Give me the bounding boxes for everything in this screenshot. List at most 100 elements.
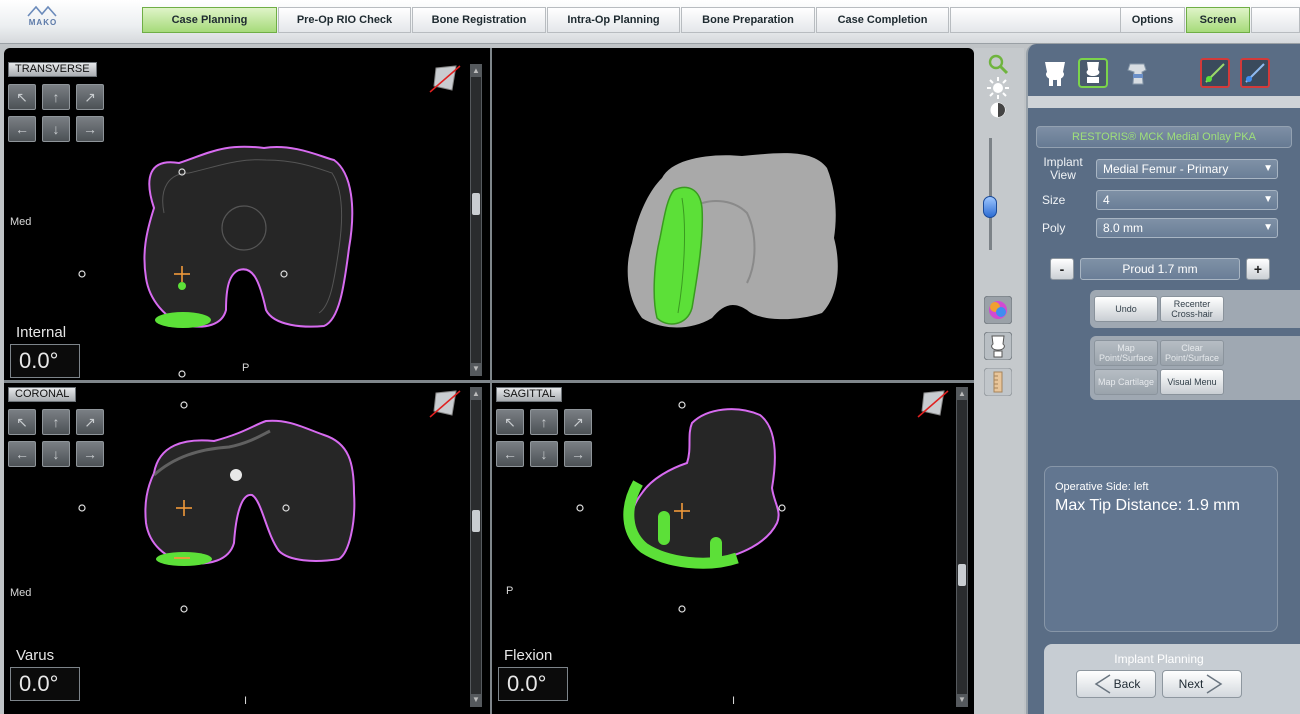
scroll-down-arrow[interactable]: ▼ <box>470 694 482 706</box>
scroll-up-arrow[interactable]: ▲ <box>470 65 482 77</box>
undo-button[interactable]: Undo <box>1094 296 1158 322</box>
back-label: Back <box>1113 677 1141 691</box>
operative-info-box: Operative Side: left Max Tip Distance: 1… <box>1044 466 1278 632</box>
3d-femur-model <box>627 153 838 328</box>
pan-down-button[interactable]: ↓ <box>42 116 70 142</box>
pan-up-left-button[interactable]: ↖ <box>8 409 36 435</box>
contrast-icon[interactable] <box>986 98 1010 122</box>
pan-left-button[interactable]: ← <box>8 116 36 142</box>
transverse-view[interactable]: TRANSVERSE ↖ ↑ ↗ ← ↓ → Med P ▲ ▼ Interna… <box>4 48 490 380</box>
view-tools-strip <box>974 48 1024 714</box>
green-probe-icon[interactable] <box>1200 58 1230 88</box>
next-arrow-icon <box>1206 674 1223 694</box>
max-tip-distance-text: Max Tip Distance: 1.9 mm <box>1055 497 1240 514</box>
pan-right-button[interactable]: → <box>76 441 104 467</box>
knee-joint-icon[interactable] <box>984 332 1012 360</box>
next-label: Next <box>1178 677 1204 691</box>
tab-intra-op-planning[interactable]: Intra-Op Planning <box>547 7 680 33</box>
pan-down-button[interactable]: ↓ <box>530 441 558 467</box>
coronal-orientation-icon[interactable] <box>428 387 462 421</box>
ruler-icon[interactable] <box>984 368 1012 396</box>
scroll-up-arrow[interactable]: ▲ <box>956 388 968 400</box>
femur-bone-icon[interactable] <box>1040 58 1070 88</box>
brightness-slider-knob[interactable] <box>983 196 997 218</box>
tab-pre-op-rio-check[interactable]: Pre-Op RIO Check <box>278 7 411 33</box>
pan-up-right-button[interactable]: ↗ <box>76 84 104 110</box>
back-button[interactable]: Back <box>1076 670 1156 698</box>
implant-view-label: Implant View <box>1043 155 1083 182</box>
map-point-surface-button[interactable]: Map Point/Surface <box>1094 340 1158 366</box>
implant-title: RESTORIS® MCK Medial Onlay PKA <box>1036 126 1292 148</box>
scroll-thumb[interactable] <box>958 564 966 586</box>
transverse-orientation-icon[interactable] <box>428 62 462 96</box>
blue-probe-icon[interactable] <box>1240 58 1270 88</box>
visual-menu-button[interactable]: Visual Menu <box>1160 369 1224 395</box>
scroll-thumb[interactable] <box>472 193 480 215</box>
coronal-view[interactable]: CORONAL ↖ ↑ ↗ ← ↓ → Med I ▲ ▼ Varus 0.0° <box>4 383 490 714</box>
coronal-angle-label: Varus <box>16 647 55 664</box>
size-value: 4 <box>1103 193 1110 207</box>
poly-value: 8.0 mm <box>1103 221 1144 235</box>
pan-up-button[interactable]: ↑ <box>530 409 558 435</box>
pan-up-button[interactable]: ↑ <box>42 409 70 435</box>
pan-up-left-button[interactable]: ↖ <box>8 84 36 110</box>
transverse-pan-controls: ↖ ↑ ↗ ← ↓ → <box>8 84 104 146</box>
coronal-pan-controls: ↖ ↑ ↗ ← ↓ → <box>8 409 104 471</box>
coronal-side-label: Med <box>10 587 32 599</box>
pan-up-button[interactable]: ↑ <box>42 84 70 110</box>
chevron-down-icon: ▼ <box>1263 222 1273 233</box>
tab-case-completion[interactable]: Case Completion <box>816 7 949 33</box>
poly-select[interactable]: 8.0 mm ▼ <box>1096 218 1278 238</box>
pan-up-right-button[interactable]: ↗ <box>76 409 104 435</box>
panel-divider <box>1028 96 1300 108</box>
scroll-thumb[interactable] <box>472 510 480 532</box>
transverse-label: TRANSVERSE <box>8 62 97 77</box>
screen-button[interactable]: Screen <box>1186 7 1250 33</box>
next-button[interactable]: Next <box>1162 670 1242 698</box>
visual-style-icon[interactable] <box>984 296 1012 324</box>
zoom-icon[interactable] <box>986 52 1010 76</box>
implant-view-select[interactable]: Medial Femur - Primary ▼ <box>1096 159 1278 179</box>
chevron-down-icon: ▼ <box>1263 194 1273 205</box>
implant-view-value: Medial Femur - Primary <box>1103 162 1229 176</box>
mapping-tools-group: Map Point/Surface Clear Point/Surface Ma… <box>1090 336 1300 400</box>
navigation-box: Implant Planning Back Next <box>1044 644 1300 714</box>
viewport-divider-horizontal <box>4 380 974 383</box>
brightness-slider-track[interactable] <box>989 138 992 250</box>
sagittal-orientation-icon[interactable] <box>916 387 950 421</box>
implant-model-icon[interactable] <box>1122 58 1152 88</box>
coronal-slice-scrollbar[interactable]: ▲ ▼ <box>470 387 482 707</box>
sagittal-angle-value: 0.0° <box>498 667 568 701</box>
tab-bone-preparation[interactable]: Bone Preparation <box>681 7 815 33</box>
scroll-down-arrow[interactable]: ▼ <box>470 363 482 375</box>
scroll-up-arrow[interactable]: ▲ <box>470 388 482 400</box>
3d-view[interactable] <box>492 48 974 380</box>
decrease-proud-button[interactable]: - <box>1050 258 1074 280</box>
transverse-side-label: Med <box>10 216 32 228</box>
recenter-crosshair-button[interactable]: Recenter Cross-hair <box>1160 296 1224 322</box>
increase-proud-button[interactable]: + <box>1246 258 1270 280</box>
brightness-icon[interactable] <box>986 76 1010 100</box>
pan-left-button[interactable]: ← <box>8 441 36 467</box>
tab-case-planning[interactable]: Case Planning <box>142 7 277 33</box>
sagittal-view[interactable]: SAGITTAL ↖ ↑ ↗ ← ↓ → P I ▲ ▼ Flexion 0.0… <box>492 383 974 714</box>
size-select[interactable]: 4 ▼ <box>1096 190 1278 210</box>
map-cartilage-button[interactable]: Map Cartilage <box>1094 369 1158 395</box>
clear-point-surface-button[interactable]: Clear Point/Surface <box>1160 340 1224 366</box>
sagittal-slice-scrollbar[interactable]: ▲ ▼ <box>956 387 968 707</box>
scroll-down-arrow[interactable]: ▼ <box>956 694 968 706</box>
sagittal-label: SAGITTAL <box>496 387 563 402</box>
pan-up-left-button[interactable]: ↖ <box>496 409 524 435</box>
pan-right-button[interactable]: → <box>76 116 104 142</box>
sagittal-angle-label: Flexion <box>504 647 553 664</box>
sagittal-side-label: P <box>506 585 514 597</box>
knee-implant-icon[interactable] <box>1078 58 1108 88</box>
panel-mode-icons <box>1036 52 1296 96</box>
tab-bone-registration[interactable]: Bone Registration <box>412 7 546 33</box>
options-button[interactable]: Options <box>1120 7 1185 33</box>
pan-left-button[interactable]: ← <box>496 441 524 467</box>
pan-right-button[interactable]: → <box>564 441 592 467</box>
pan-down-button[interactable]: ↓ <box>42 441 70 467</box>
pan-up-right-button[interactable]: ↗ <box>564 409 592 435</box>
transverse-slice-scrollbar[interactable]: ▲ ▼ <box>470 64 482 376</box>
